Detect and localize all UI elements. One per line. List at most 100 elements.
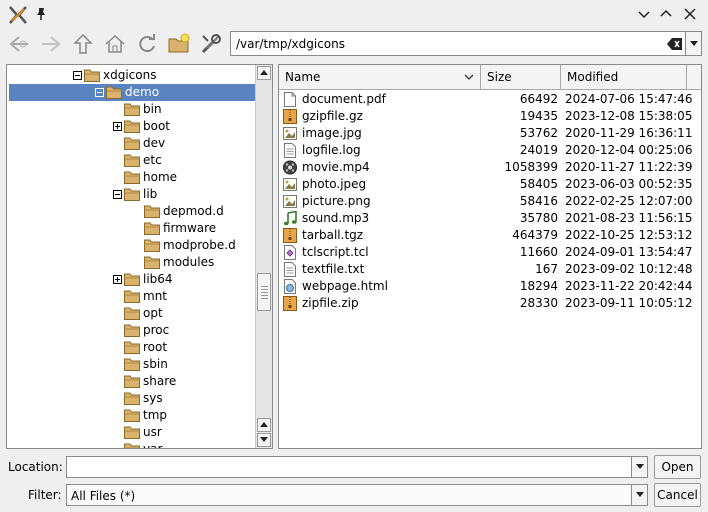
directory-tree[interactable]: xdgicons demo bin boot dev etc home lib depmod.d… [6, 64, 273, 449]
tree-item[interactable]: proc [7, 322, 255, 339]
tree-item[interactable]: firmware [7, 220, 255, 237]
tree-item[interactable]: sys [7, 390, 255, 407]
file-list[interactable]: Name Size Modified document.pdf 66492 2024… [278, 64, 702, 449]
tree-item[interactable]: etc [7, 152, 255, 169]
file-modified: 2023-06-03 00:52:35 [565, 177, 693, 191]
tree-item[interactable]: root [7, 339, 255, 356]
file-row[interactable]: image.jpg 53762 2020-11-29 16:36:11 [279, 125, 701, 142]
tree-item[interactable]: tmp [7, 407, 255, 424]
column-size-header[interactable]: Size [481, 65, 561, 89]
file-row[interactable]: sound.mp3 35780 2021-08-23 11:56:15 [279, 210, 701, 227]
tree-item[interactable]: var [7, 441, 255, 448]
file-size: 11660 [519, 245, 558, 259]
tree-item-label: bin [143, 102, 162, 116]
collapse-icon[interactable] [73, 71, 82, 80]
file-row[interactable]: movie.mp4 1058399 2020-11-27 11:22:39 [279, 159, 701, 176]
tree-item[interactable]: xdgicons [7, 67, 255, 84]
file-modified: 2022-02-25 12:07:00 [565, 194, 693, 208]
sort-descending-icon [464, 74, 474, 80]
filter-dropdown-button[interactable] [632, 484, 648, 506]
tree-item[interactable]: mnt [7, 288, 255, 305]
scroll-up-button[interactable] [257, 66, 271, 80]
scroll-down-button[interactable] [257, 433, 271, 447]
file-row[interactable]: webpage.html 18294 2023-11-22 20:42:44 [279, 278, 701, 295]
up-button[interactable] [70, 31, 96, 57]
settings-button[interactable] [198, 31, 224, 57]
location-label: Location: [8, 460, 63, 474]
file-row[interactable]: logfile.log 24019 2020-12-04 00:25:06 [279, 142, 701, 159]
folder-icon [124, 357, 140, 371]
open-button[interactable]: Open [654, 455, 701, 479]
expand-icon[interactable] [113, 122, 122, 131]
reload-icon [139, 34, 155, 53]
path-dropdown-button[interactable] [686, 31, 702, 56]
tree-item[interactable]: home [7, 169, 255, 186]
location-input[interactable] [66, 456, 632, 478]
minimize-icon[interactable] [636, 6, 652, 22]
tree-item[interactable]: opt [7, 305, 255, 322]
scroll-up-small-button[interactable] [257, 418, 271, 432]
pin-icon[interactable] [34, 7, 48, 21]
file-name: webpage.html [302, 279, 388, 293]
file-row[interactable]: photo.jpeg 58405 2023-06-03 00:52:35 [279, 176, 701, 193]
folder-icon [124, 272, 140, 286]
file-size: 167 [535, 262, 558, 276]
file-modified: 2021-08-23 11:56:15 [565, 211, 693, 225]
cancel-button[interactable]: Cancel [654, 483, 701, 507]
tree-item[interactable]: modules [7, 254, 255, 271]
folder-icon [124, 153, 140, 167]
collapse-icon[interactable] [113, 190, 122, 199]
folder-icon [124, 289, 140, 303]
column-name-header[interactable]: Name [279, 65, 481, 89]
expand-icon[interactable] [113, 275, 122, 284]
archive-icon [283, 296, 297, 311]
new-folder-button[interactable] [166, 31, 192, 57]
file-modified: 2020-12-04 00:25:06 [565, 143, 693, 157]
forward-button[interactable] [38, 31, 64, 57]
file-row[interactable]: tarball.tgz 464379 2022-10-25 12:53:12 [279, 227, 701, 244]
back-button[interactable] [6, 31, 32, 57]
tree-item-label: sbin [143, 357, 168, 371]
path-field[interactable]: /var/tmp/xdgicons [230, 31, 686, 56]
scroll-thumb[interactable] [257, 273, 271, 311]
filter-select[interactable]: All Files (*) [66, 484, 632, 506]
maximize-icon[interactable] [658, 6, 674, 22]
tree-item[interactable]: demo [9, 84, 257, 101]
column-modified-label: Modified [567, 70, 619, 84]
script-icon [283, 245, 297, 260]
up-icon [73, 33, 93, 54]
tree-item[interactable]: modprobe.d [7, 237, 255, 254]
file-row[interactable]: textfile.txt 167 2023-09-02 10:12:48 [279, 261, 701, 278]
collapse-icon[interactable] [95, 88, 104, 97]
file-name: tclscript.tcl [302, 245, 369, 259]
tree-item[interactable]: depmod.d [7, 203, 255, 220]
tree-item[interactable]: dev [7, 135, 255, 152]
html-icon [283, 279, 297, 294]
tree-item[interactable]: bin [7, 101, 255, 118]
file-name: picture.png [302, 194, 371, 208]
file-row[interactable]: tclscript.tcl 11660 2024-09-01 13:54:47 [279, 244, 701, 261]
chevron-down-icon [635, 464, 644, 469]
file-row[interactable]: picture.png 58416 2022-02-25 12:07:00 [279, 193, 701, 210]
close-icon[interactable] [682, 6, 698, 22]
tree-item[interactable]: boot [7, 118, 255, 135]
location-dropdown-button[interactable] [632, 456, 648, 478]
tree-scrollbar[interactable] [255, 65, 272, 448]
home-icon [105, 34, 125, 53]
file-row[interactable]: document.pdf 66492 2024-07-06 15:47:46 [279, 91, 701, 108]
tree-item-label: lib [143, 187, 158, 201]
file-row[interactable]: zipfile.zip 28330 2023-09-11 10:05:12 [279, 295, 701, 312]
file-row[interactable]: gzipfile.gz 19435 2023-12-08 15:38:05 [279, 108, 701, 125]
home-button[interactable] [102, 31, 128, 57]
file-size: 464379 [512, 228, 558, 242]
tree-item[interactable]: usr [7, 424, 255, 441]
file-size: 58405 [519, 177, 558, 191]
reload-button[interactable] [134, 31, 160, 57]
column-modified-header[interactable]: Modified [561, 65, 687, 89]
tree-item[interactable]: share [7, 373, 255, 390]
arrow-up-icon [260, 70, 268, 75]
tree-item[interactable]: lib [7, 186, 255, 203]
clear-icon[interactable] [667, 37, 683, 51]
tree-item[interactable]: sbin [7, 356, 255, 373]
tree-item[interactable]: lib64 [7, 271, 255, 288]
